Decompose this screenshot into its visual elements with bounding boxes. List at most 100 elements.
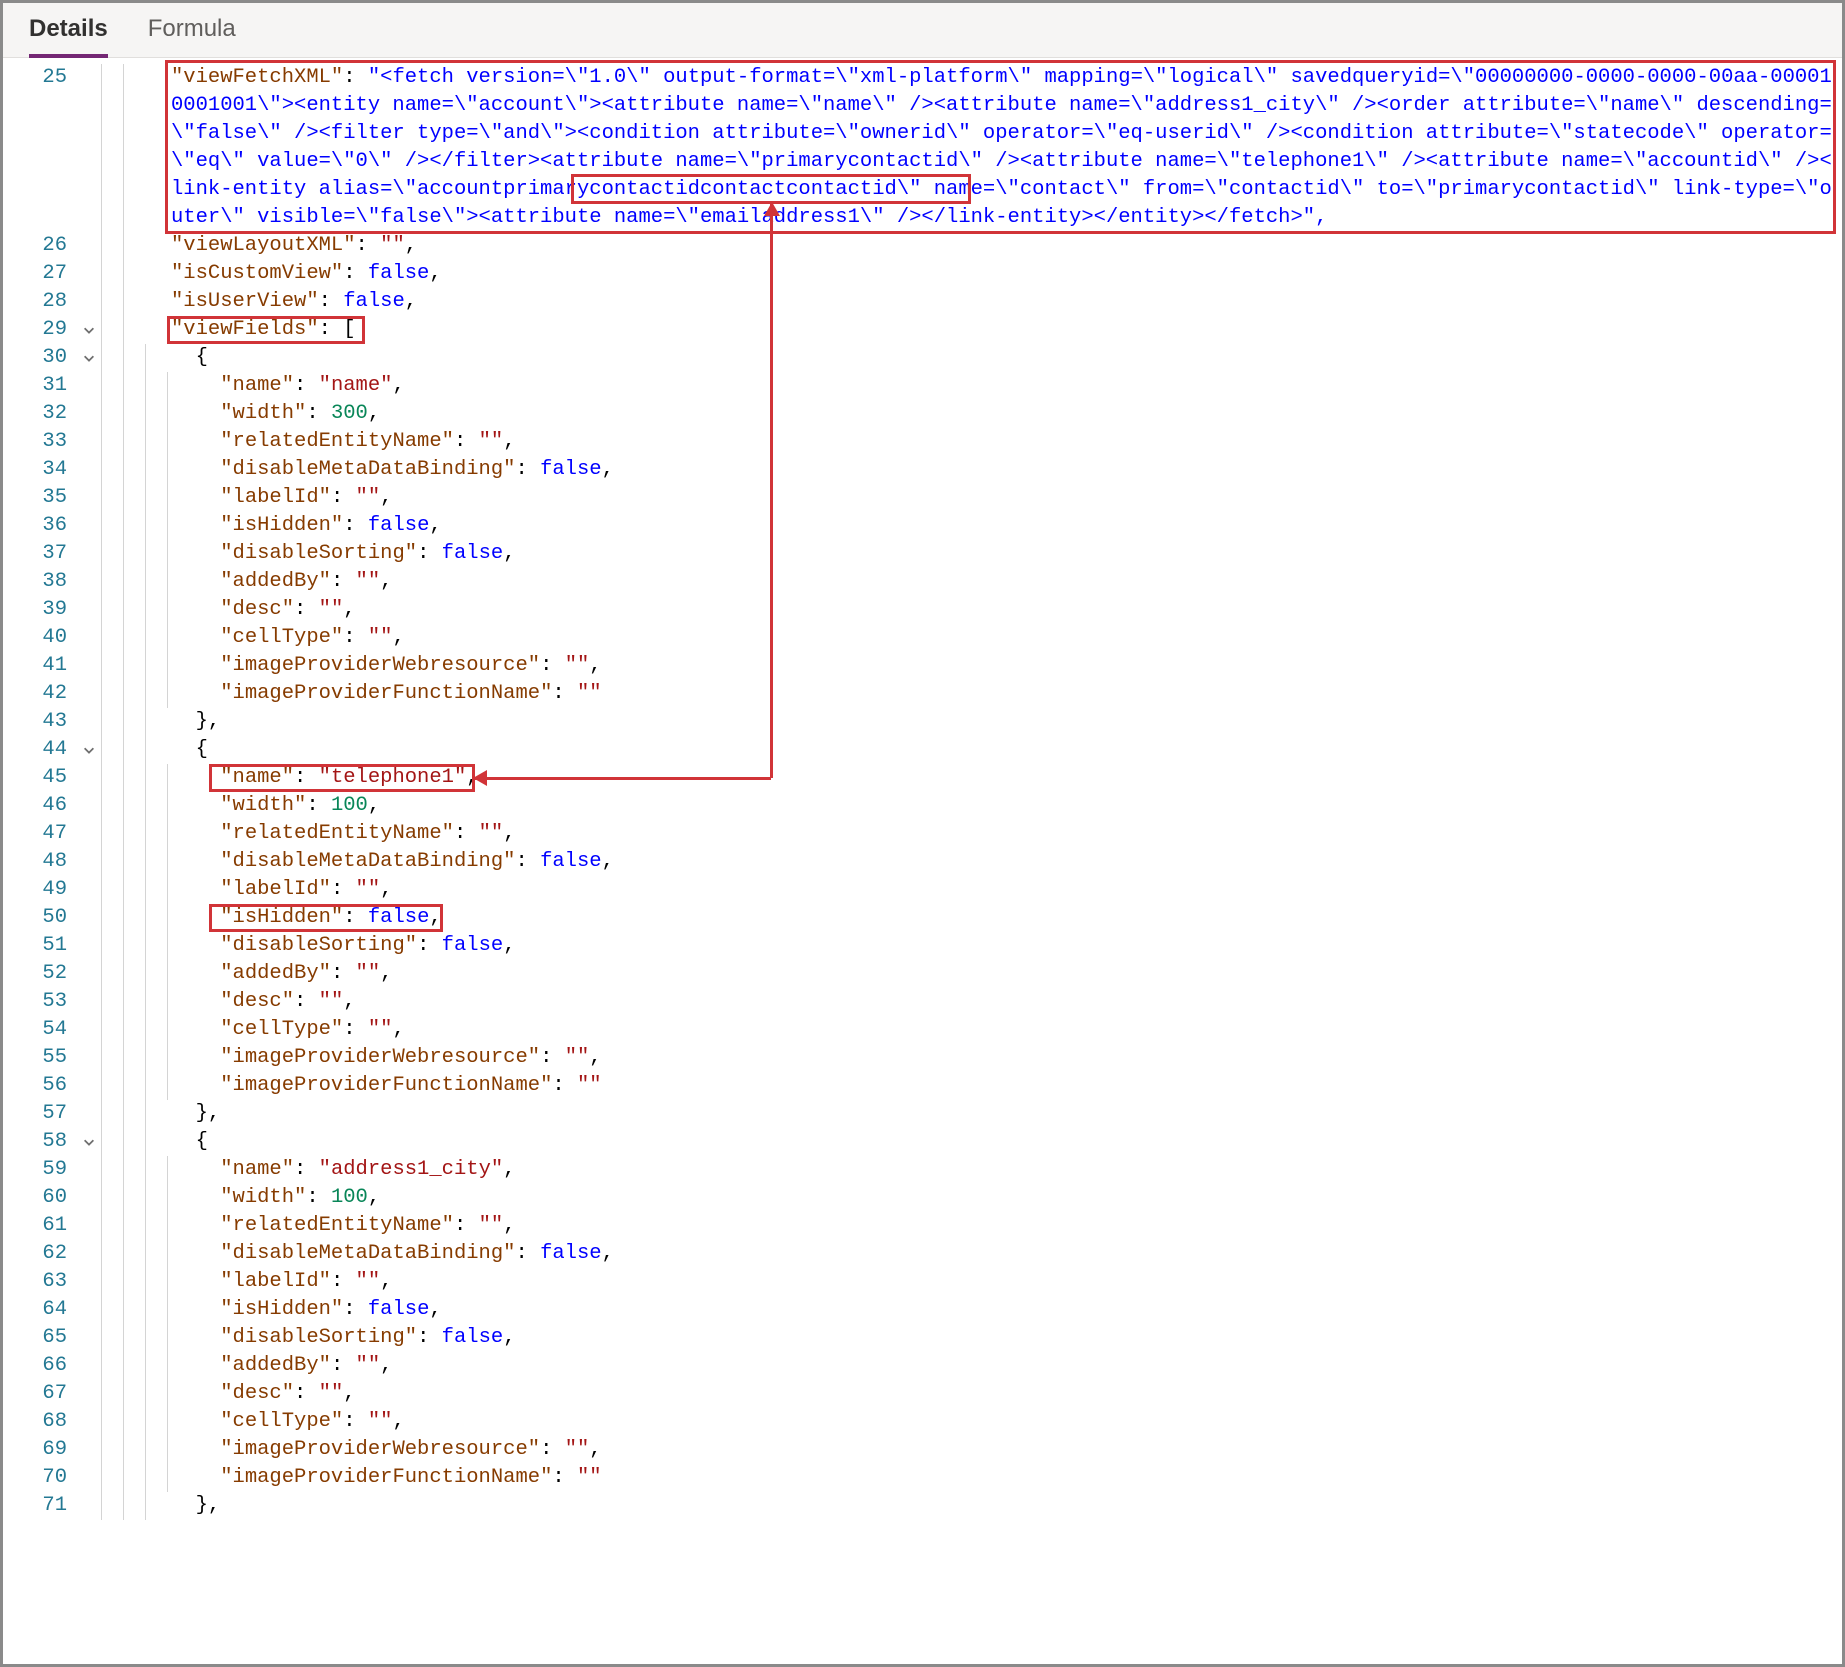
code-line[interactable]: }, xyxy=(171,1100,1832,1128)
code-line[interactable]: "disableSorting": false, xyxy=(171,1324,1832,1352)
fold-cell[interactable] xyxy=(77,1380,101,1408)
chevron-down-icon[interactable] xyxy=(82,351,96,365)
fold-cell[interactable] xyxy=(77,1100,101,1128)
code-line[interactable]: "imageProviderWebresource": "", xyxy=(171,1436,1832,1464)
fold-cell[interactable] xyxy=(77,568,101,596)
fold-cell[interactable] xyxy=(77,792,101,820)
code-line[interactable]: "addedBy": "", xyxy=(171,568,1832,596)
fold-cell[interactable] xyxy=(77,1464,101,1492)
fold-cell[interactable] xyxy=(77,1268,101,1296)
code-line[interactable]: "labelId": "", xyxy=(171,876,1832,904)
fold-cell[interactable] xyxy=(77,344,101,372)
code-line[interactable]: "disableSorting": false, xyxy=(171,932,1832,960)
code-line[interactable]: "width": 100, xyxy=(171,1184,1832,1212)
fold-cell[interactable] xyxy=(77,596,101,624)
fold-cell[interactable] xyxy=(77,540,101,568)
code-line[interactable]: "imageProviderWebresource": "", xyxy=(171,1044,1832,1072)
fold-cell[interactable] xyxy=(77,904,101,932)
fold-cell[interactable] xyxy=(77,1352,101,1380)
code-line[interactable]: "viewFetchXML": "<fetch version=\"1.0\" … xyxy=(171,64,1832,232)
fold-cell[interactable] xyxy=(77,64,101,232)
code-line[interactable]: "disableMetaDataBinding": false, xyxy=(171,456,1832,484)
fold-cell[interactable] xyxy=(77,988,101,1016)
fold-cell[interactable] xyxy=(77,736,101,764)
fold-cell[interactable] xyxy=(77,1408,101,1436)
fold-cell[interactable] xyxy=(77,288,101,316)
fold-cell[interactable] xyxy=(77,232,101,260)
code-line[interactable]: "isHidden": false, xyxy=(171,512,1832,540)
fold-cell[interactable] xyxy=(77,484,101,512)
fold-cell[interactable] xyxy=(77,1184,101,1212)
fold-cell[interactable] xyxy=(77,1016,101,1044)
code-line[interactable]: "name": "address1_city", xyxy=(171,1156,1832,1184)
code-line[interactable]: "isUserView": false, xyxy=(171,288,1832,316)
code-line[interactable]: }, xyxy=(171,1492,1832,1520)
fold-cell[interactable] xyxy=(77,316,101,344)
code-line[interactable]: "imageProviderFunctionName": "" xyxy=(171,1072,1832,1100)
tab-details[interactable]: Details xyxy=(29,15,108,57)
fold-cell[interactable] xyxy=(77,1044,101,1072)
fold-cell[interactable] xyxy=(77,820,101,848)
code-line[interactable]: "disableSorting": false, xyxy=(171,540,1832,568)
fold-cell[interactable] xyxy=(77,1156,101,1184)
code-line[interactable]: "imageProviderWebresource": "", xyxy=(171,652,1832,680)
code-line[interactable]: { xyxy=(171,736,1832,764)
code-line[interactable]: "viewFields": [ xyxy=(171,316,1832,344)
code-line[interactable]: "cellType": "", xyxy=(171,624,1832,652)
fold-cell[interactable] xyxy=(77,1128,101,1156)
code-content[interactable]: "viewFetchXML": "<fetch version=\"1.0\" … xyxy=(171,64,1842,1520)
fold-cell[interactable] xyxy=(77,932,101,960)
code-line[interactable]: "relatedEntityName": "", xyxy=(171,428,1832,456)
code-line[interactable]: "addedBy": "", xyxy=(171,1352,1832,1380)
fold-cell[interactable] xyxy=(77,1492,101,1520)
code-line[interactable]: "viewLayoutXML": "", xyxy=(171,232,1832,260)
code-line[interactable]: "imageProviderFunctionName": "" xyxy=(171,1464,1832,1492)
fold-cell[interactable] xyxy=(77,876,101,904)
fold-cell[interactable] xyxy=(77,624,101,652)
code-line[interactable]: "disableMetaDataBinding": false, xyxy=(171,848,1832,876)
code-line[interactable]: "cellType": "", xyxy=(171,1016,1832,1044)
code-line[interactable]: "disableMetaDataBinding": false, xyxy=(171,1240,1832,1268)
fold-cell[interactable] xyxy=(77,400,101,428)
fold-cell[interactable] xyxy=(77,1296,101,1324)
chevron-down-icon[interactable] xyxy=(82,323,96,337)
code-line[interactable]: { xyxy=(171,1128,1832,1156)
fold-cell[interactable] xyxy=(77,372,101,400)
code-line[interactable]: { xyxy=(171,344,1832,372)
fold-cell[interactable] xyxy=(77,428,101,456)
chevron-down-icon[interactable] xyxy=(82,743,96,757)
code-line[interactable]: }, xyxy=(171,708,1832,736)
code-line[interactable]: "addedBy": "", xyxy=(171,960,1832,988)
code-editor[interactable]: 2526272829303132333435363738394041424344… xyxy=(3,58,1842,1520)
fold-cell[interactable] xyxy=(77,456,101,484)
fold-cell[interactable] xyxy=(77,652,101,680)
fold-cell[interactable] xyxy=(77,1072,101,1100)
fold-cell[interactable] xyxy=(77,1212,101,1240)
fold-cell[interactable] xyxy=(77,260,101,288)
fold-cell[interactable] xyxy=(77,764,101,792)
code-line[interactable]: "width": 100, xyxy=(171,792,1832,820)
code-line[interactable]: "isCustomView": false, xyxy=(171,260,1832,288)
fold-cell[interactable] xyxy=(77,680,101,708)
chevron-down-icon[interactable] xyxy=(82,1135,96,1149)
fold-cell[interactable] xyxy=(77,1240,101,1268)
fold-cell[interactable] xyxy=(77,708,101,736)
code-line[interactable]: "relatedEntityName": "", xyxy=(171,1212,1832,1240)
fold-cell[interactable] xyxy=(77,960,101,988)
fold-cell[interactable] xyxy=(77,1436,101,1464)
code-line[interactable]: "isHidden": false, xyxy=(171,1296,1832,1324)
code-line[interactable]: "labelId": "", xyxy=(171,1268,1832,1296)
code-line[interactable]: "name": "name", xyxy=(171,372,1832,400)
fold-cell[interactable] xyxy=(77,512,101,540)
code-line[interactable]: "desc": "", xyxy=(171,988,1832,1016)
code-line[interactable]: "isHidden": false, xyxy=(171,904,1832,932)
code-line[interactable]: "desc": "", xyxy=(171,1380,1832,1408)
code-line[interactable]: "name": "telephone1", xyxy=(171,764,1832,792)
code-line[interactable]: "width": 300, xyxy=(171,400,1832,428)
code-line[interactable]: "cellType": "", xyxy=(171,1408,1832,1436)
code-line[interactable]: "imageProviderFunctionName": "" xyxy=(171,680,1832,708)
fold-cell[interactable] xyxy=(77,1324,101,1352)
tab-formula[interactable]: Formula xyxy=(148,15,236,57)
code-line[interactable]: "desc": "", xyxy=(171,596,1832,624)
code-line[interactable]: "relatedEntityName": "", xyxy=(171,820,1832,848)
